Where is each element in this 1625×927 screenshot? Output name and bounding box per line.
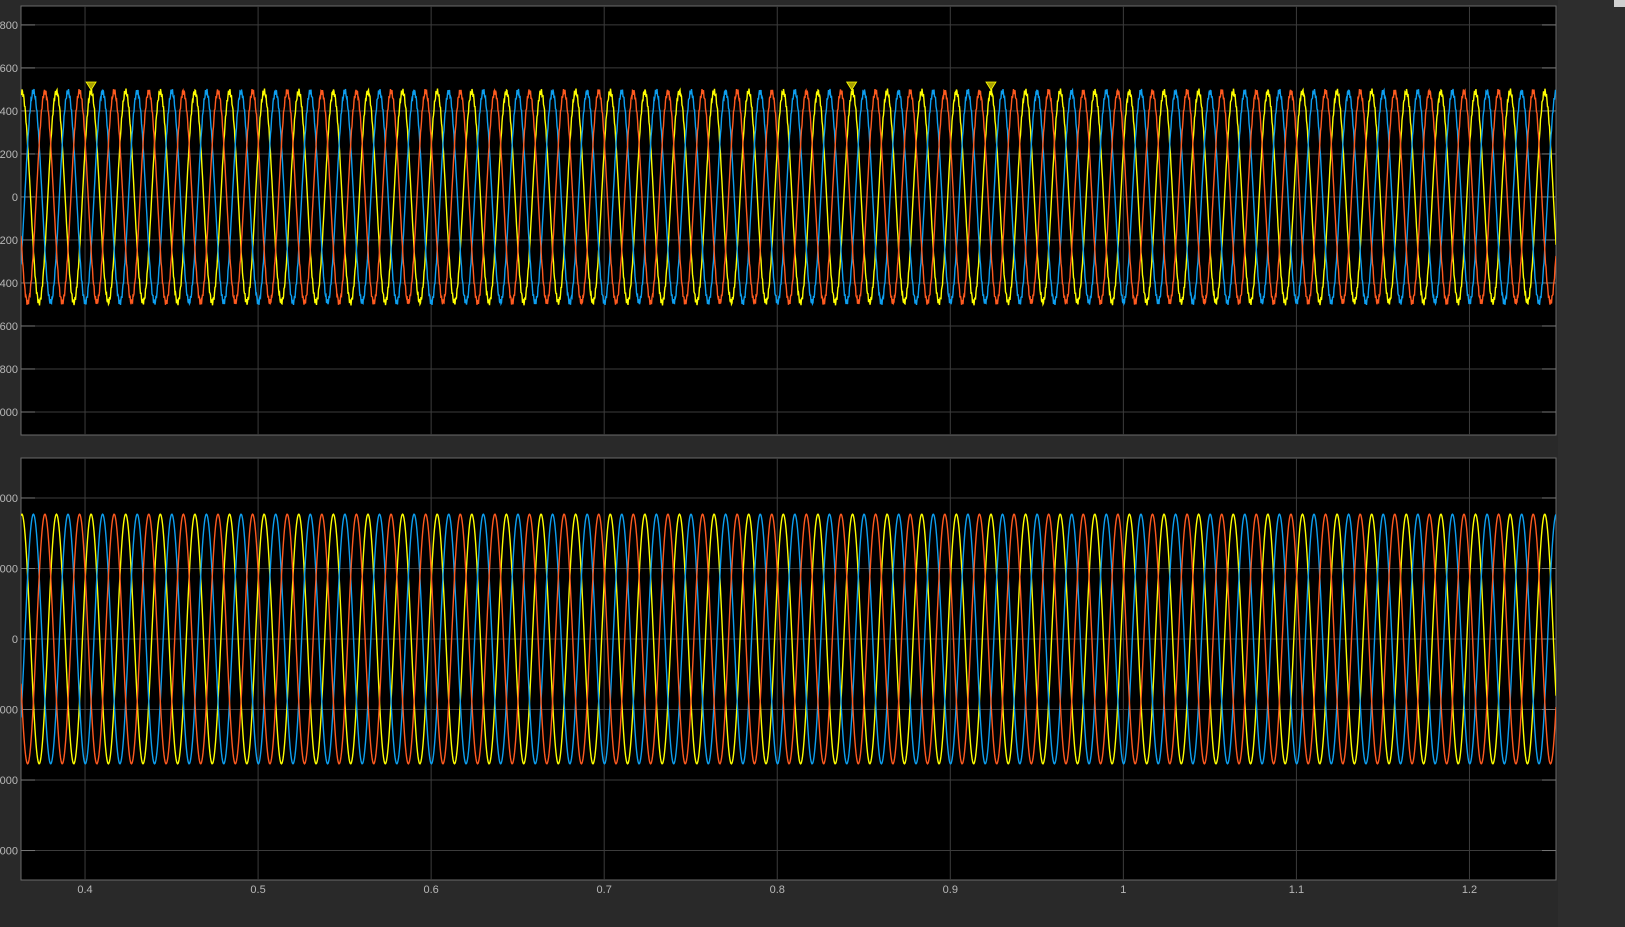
- x-tick-label: 0.7: [597, 884, 612, 896]
- x-tick-label: 1.2: [1462, 884, 1477, 896]
- plot-1: 800 600 400 200 0 -200 -400 -600 -800 -1000: [0, 5, 1557, 436]
- y-tick-label: -600: [0, 321, 18, 333]
- y-tick-label: 800: [0, 20, 18, 32]
- y-tick-label: 0: [12, 634, 18, 646]
- y-tick-label: -800: [0, 364, 18, 376]
- scope-side-panel: [1558, 0, 1625, 927]
- scope-display: 8006004002000-200-400-600-800-1000200010…: [0, 5, 1557, 896]
- y-tick-label: 200: [0, 149, 18, 161]
- y-tick-label: 1000: [0, 563, 18, 575]
- y-tick-label: 0: [12, 192, 18, 204]
- y-tick-label: -200: [0, 235, 18, 247]
- y-tick-label: -3000: [0, 846, 18, 858]
- plot-2: 2000 1000 0 -1000 -2000 -3000 0.4 0.5 0.6 0.7 0.8 0…: [0, 457, 1557, 896]
- x-tick-label: 0.6: [423, 884, 438, 896]
- y-tick-label: -2000: [0, 775, 18, 787]
- x-tick-label: 0.4: [77, 884, 92, 896]
- y-tick-label: -1000: [0, 705, 18, 717]
- x-tick-label: 1: [1120, 884, 1126, 896]
- x-tick-label: 0.5: [250, 884, 265, 896]
- y-tick-label: -1000: [0, 407, 18, 419]
- undock-icon[interactable]: [1614, 0, 1625, 7]
- y-tick-label: -400: [0, 278, 18, 290]
- y-tick-label: 400: [0, 106, 18, 118]
- y-tick-label: 600: [0, 63, 18, 75]
- y-tick-label: 2000: [0, 493, 18, 505]
- x-tick-label: 1.1: [1289, 884, 1304, 896]
- x-tick-label: 0.9: [943, 884, 958, 896]
- x-tick-label: 0.8: [770, 884, 785, 896]
